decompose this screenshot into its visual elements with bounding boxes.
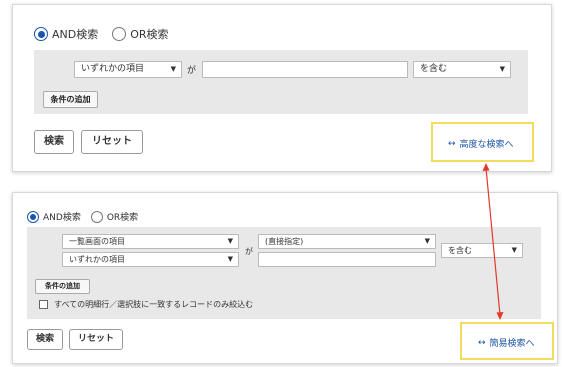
connector-arrow [482, 163, 504, 320]
arrowhead-down [496, 312, 504, 320]
arrowhead-up [482, 163, 490, 171]
connector-line [485, 167, 501, 316]
